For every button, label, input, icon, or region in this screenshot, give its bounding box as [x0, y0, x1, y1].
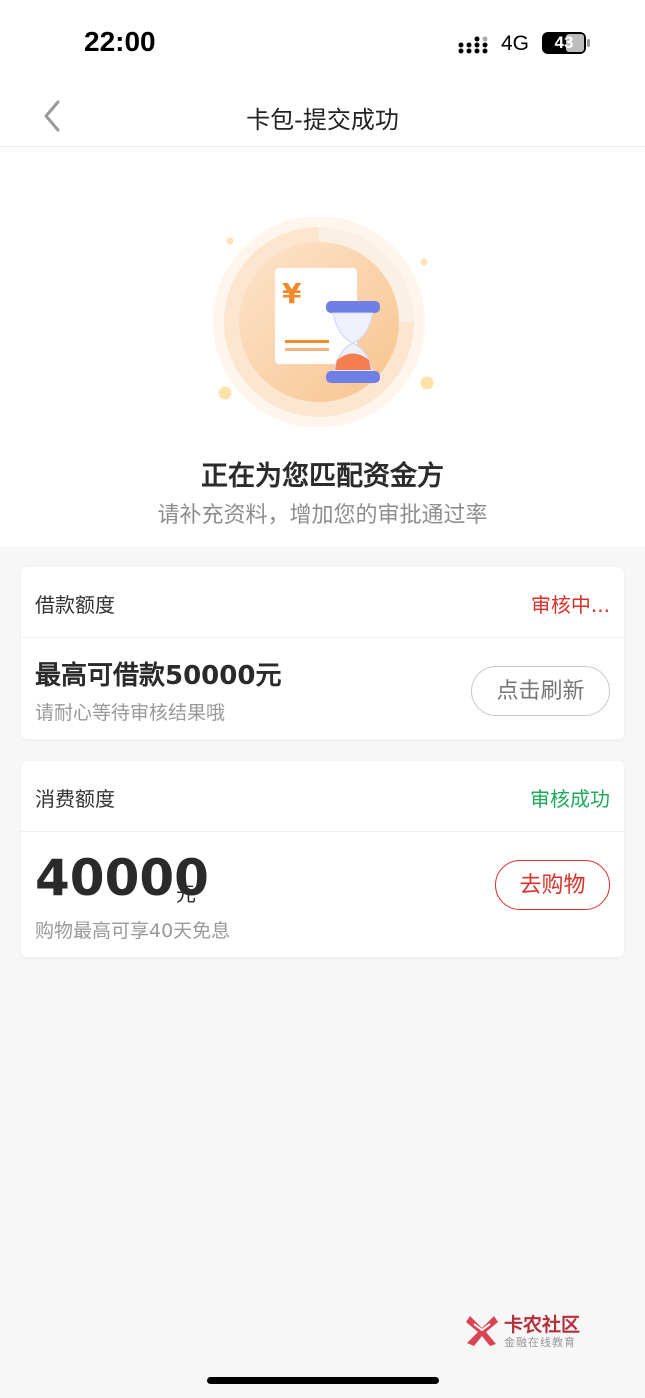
consume-status-badge: 审核成功: [530, 787, 610, 811]
navigation-bar: 卡包-提交成功: [0, 88, 645, 147]
watermark-slogan: 金融在线教育: [504, 1336, 576, 1349]
battery-level: 43: [554, 33, 574, 52]
loan-limit-card: 借款额度 审核中... 最高可借款50000元 请耐心等待审核结果哦 点击刷新: [21, 567, 624, 739]
status-hero: ¥ 正在为您匹配资金方 请补充资料，增加您的审批通过率: [0, 147, 645, 547]
consume-amount-unit: 元: [176, 882, 196, 906]
battery-cap: [587, 39, 590, 47]
page-title: 卡包-提交成功: [246, 106, 399, 134]
yen-symbol: ¥: [282, 277, 302, 310]
consume-card-label: 消费额度: [35, 787, 115, 811]
loan-status-badge: 审核中...: [530, 593, 610, 617]
consume-card-header: 消费额度 审核成功: [21, 761, 624, 832]
consumption-limit-card: 消费额度 审核成功 40000 元 购物最高可享40天免息 去购物: [21, 761, 624, 957]
hourglass-document-illustration: ¥: [213, 217, 434, 427]
refresh-button[interactable]: 点击刷新: [471, 666, 610, 716]
hero-subtitle: 请补充资料，增加您的审批通过率: [157, 503, 488, 528]
loan-max-amount: 最高可借款50000元: [35, 661, 282, 691]
loan-hint: 请耐心等待审核结果哦: [35, 702, 226, 724]
watermark: 卡农社区 金融在线教育: [464, 1310, 594, 1350]
status-time: 22:00: [84, 26, 156, 57]
loan-card-label: 借款额度: [35, 593, 115, 617]
signal-icon: [458, 36, 488, 54]
status-bar: 22:00 4G 43: [0, 0, 645, 88]
home-indicator[interactable]: [207, 1377, 439, 1384]
go-shopping-button[interactable]: 去购物: [495, 860, 610, 910]
battery-icon: 43: [542, 32, 586, 54]
watermark-name: 卡农社区: [504, 1314, 581, 1336]
network-type: 4G: [501, 32, 530, 55]
consume-hint: 购物最高可享40天免息: [35, 920, 231, 942]
hero-title: 正在为您匹配资金方: [201, 461, 444, 492]
loan-card-header: 借款额度 审核中...: [21, 567, 624, 638]
watermark-logo-icon: [466, 1316, 498, 1346]
